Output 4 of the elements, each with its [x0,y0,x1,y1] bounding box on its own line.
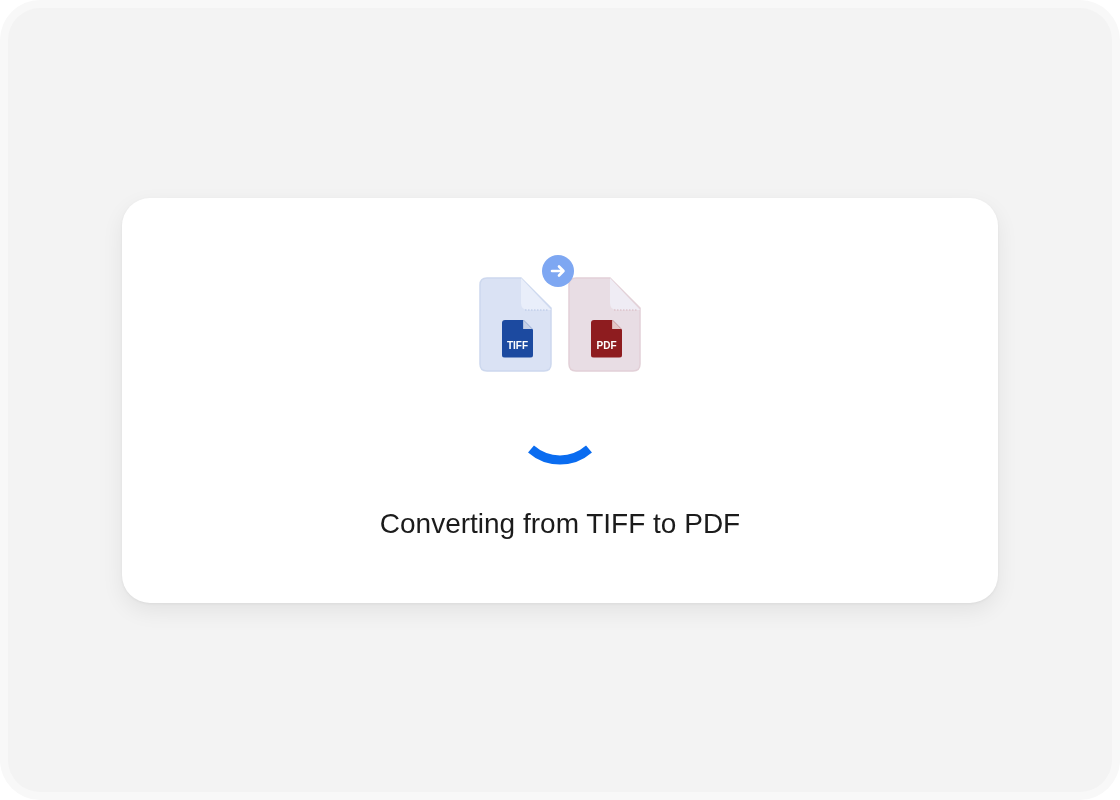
file-type-badge: TIFF [502,319,533,358]
arrow-right-icon [542,254,574,287]
file-type-badge: PDF [591,319,622,358]
status-text: Converting from TIFF to PDF [379,506,741,541]
